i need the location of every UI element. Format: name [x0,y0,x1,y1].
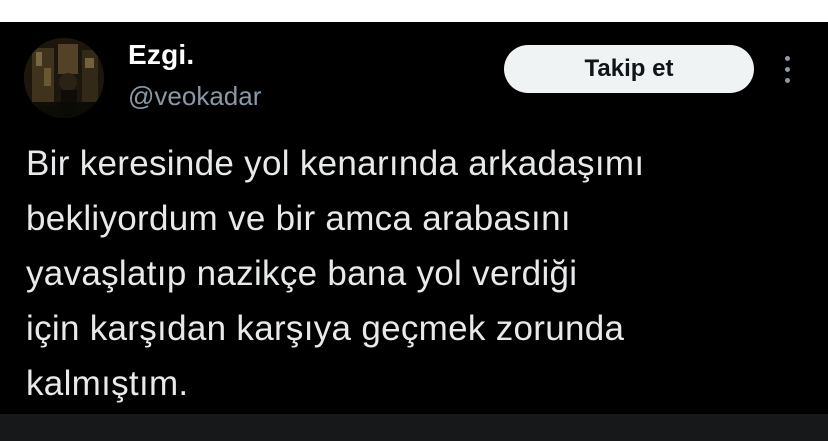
avatar[interactable] [24,38,104,118]
tweet-card: Ezgi. @veokadar Takip et Bir keresinde y… [0,22,828,414]
screenshot-frame: Ezgi. @veokadar Takip et Bir keresinde y… [0,0,828,441]
more-vertical-icon[interactable] [776,56,798,86]
bottom-strip [0,414,828,441]
more-dot [784,78,790,83]
follow-button[interactable]: Takip et [504,45,754,93]
profile-photo-icon [24,38,104,118]
author-display-name[interactable]: Ezgi. [128,38,194,72]
author-handle[interactable]: @veokadar [128,80,261,112]
more-dot [784,67,790,72]
more-dot [784,56,790,61]
tweet-text: Bir keresinde yol kenarında arkadaşımı b… [26,144,645,403]
